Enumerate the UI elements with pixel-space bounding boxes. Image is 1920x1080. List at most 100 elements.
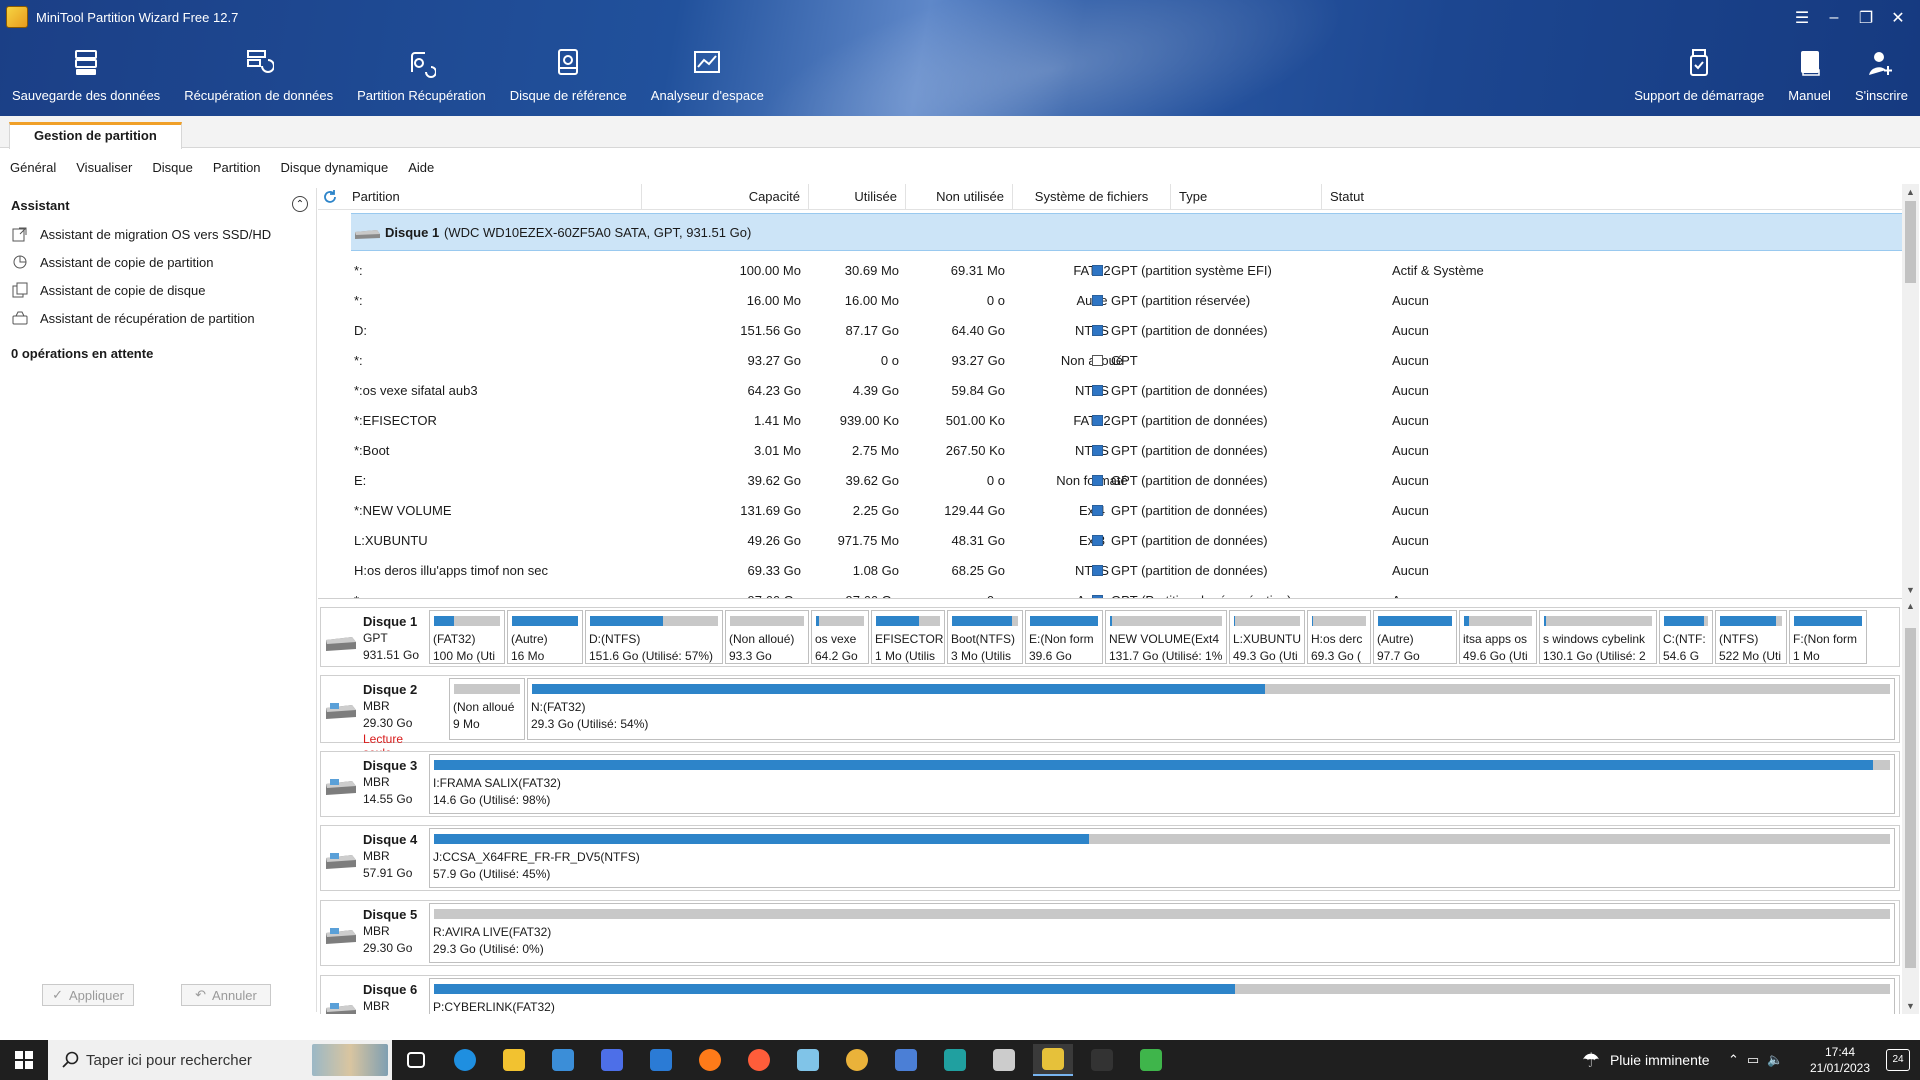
partition-block[interactable]: E:(Non form 39.6 Go [1025, 610, 1103, 664]
scroll-up-icon[interactable]: ▲ [1902, 184, 1919, 200]
minimize-button[interactable]: – [1818, 6, 1850, 30]
disk-card[interactable]: Disque 2MBR29.30 GoLecture seule (Non all… [320, 675, 1900, 760]
menu-item-2[interactable]: Disque [142, 160, 202, 175]
table-scroll-thumb[interactable] [1905, 201, 1916, 283]
menu-item-1[interactable]: Visualiser [66, 160, 142, 175]
right-button-1[interactable]: Manuel [1776, 48, 1843, 103]
edge-icon[interactable] [445, 1044, 485, 1076]
steam-like-icon[interactable] [886, 1044, 926, 1076]
fingerprint-app-icon[interactable] [935, 1044, 975, 1076]
table-row[interactable]: D:151.56 Go87.17 Go64.40 GoNTFSGPT (part… [351, 316, 1902, 346]
menu-button[interactable]: ☰ [1786, 6, 1818, 30]
left-button-2[interactable]: Partition Récupération [345, 48, 498, 103]
minitool-app-icon[interactable] [1033, 1044, 1073, 1076]
right-button-2[interactable]: S'inscrire [1843, 48, 1920, 103]
clock[interactable]: 17:44 21/01/2023 [1800, 1044, 1880, 1076]
partition-block[interactable]: H:os derc 69.3 Go ( [1307, 610, 1371, 664]
table-row[interactable]: H:os deros illu'apps timof non sec 69.33 … [351, 556, 1902, 586]
apply-button[interactable]: ✓ Appliquer [42, 984, 134, 1006]
disk-info[interactable]: Disque 2MBR29.30 GoLecture seule [321, 676, 429, 760]
disk-card[interactable]: Disque 3 MBR 14.55 Go I:FRAMA SALIX(FAT32) 1… [320, 751, 1900, 817]
task-view-icon[interactable] [396, 1044, 436, 1076]
column-header-0[interactable]: Partition [344, 184, 642, 210]
disk-info[interactable]: Disque 4 MBR 57.91 Go [321, 826, 429, 890]
table-row[interactable]: *:97.66 Go97.66 Go0 oAutreGPT (Partition… [351, 586, 1902, 598]
partition-block[interactable]: I:FRAMA SALIX(FAT32) 14.6 Go (Utilisé: 98… [429, 754, 1895, 814]
disk1-header-row[interactable]: Disque 1 (WDC WD10EZEX-60ZF5A0 SATA, GPT… [351, 213, 1902, 251]
right-button-0[interactable]: Support de démarrage [1622, 48, 1776, 103]
disk-info[interactable]: Disque 6 MBR [321, 976, 429, 1014]
file-explorer-icon[interactable] [494, 1044, 534, 1076]
partition-block[interactable]: itsa apps os 49.6 Go (Uti [1459, 610, 1537, 664]
partition-block[interactable]: s windows cybelink 130.1 Go (Utilisé: 2 [1539, 610, 1657, 664]
diskmap-scrollbar[interactable]: ▲ ▼ [1902, 598, 1919, 1014]
menu-item-3[interactable]: Partition [203, 160, 271, 175]
column-header-6[interactable]: Statut [1322, 184, 1902, 210]
disk-card[interactable]: Disque 1 GPT 931.51 Go (FAT32) 100 Mo (Uti (A… [320, 607, 1900, 667]
table-row[interactable]: L:XUBUNTU49.26 Go971.75 Mo48.31 GoExt3GP… [351, 526, 1902, 556]
wizard-item-2[interactable]: Assistant de copie de disque [12, 282, 206, 298]
menu-item-4[interactable]: Disque dynamique [271, 160, 399, 175]
firefox-dev-icon[interactable] [739, 1044, 779, 1076]
menu-item-0[interactable]: Général [0, 160, 66, 175]
start-button[interactable] [0, 1040, 48, 1080]
app-blue-icon[interactable] [592, 1044, 632, 1076]
left-button-3[interactable]: Disque de référence [498, 48, 639, 103]
terminal-app-icon[interactable] [1082, 1044, 1122, 1076]
table-row[interactable]: *:NEW VOLUME131.69 Go2.25 Go129.44 GoExt… [351, 496, 1902, 526]
disk-card[interactable]: Disque 5 MBR 29.30 Go R:AVIRA LIVE(FAT32) 29… [320, 900, 1900, 966]
notepad-app-icon[interactable] [788, 1044, 828, 1076]
partition-block[interactable]: EFISECTOR(F 1 Mo (Utilis [871, 610, 945, 664]
column-header-3[interactable]: Non utilisée [906, 184, 1013, 210]
disk-card[interactable]: Disque 4 MBR 57.91 Go J:CCSA_X64FRE_FR-FR_D… [320, 825, 1900, 891]
collapse-icon[interactable]: ⌃ [292, 196, 308, 212]
partition-block[interactable]: P:CYBERLINK(FAT32) [429, 978, 1895, 1014]
left-button-4[interactable]: Analyseur d'espace [639, 48, 776, 103]
scroll-down-icon[interactable]: ▼ [1902, 582, 1919, 598]
partition-block[interactable]: C:(NTF: 54.6 G [1659, 610, 1713, 664]
partition-block[interactable]: (Non alloué 9 Mo [449, 678, 525, 740]
volume-icon[interactable]: 🔈 [1767, 1052, 1783, 1068]
table-row[interactable]: *:100.00 Mo30.69 Mo69.31 MoFAT32GPT (par… [351, 256, 1902, 286]
notification-badge[interactable]: 24 [1886, 1049, 1910, 1071]
wizard-item-3[interactable]: Assistant de récupération de partition [12, 310, 255, 326]
refresh-icon[interactable] [322, 189, 338, 205]
partition-block[interactable]: N:(FAT32) 29.3 Go (Utilisé: 54%) [527, 678, 1895, 740]
undo-button[interactable]: ↶ Annuler [181, 984, 271, 1006]
partition-block[interactable]: (NTFS) 522 Mo (Uti [1715, 610, 1787, 664]
chevron-up-icon[interactable]: ⌃ [1728, 1052, 1739, 1068]
weather-widget[interactable]: ☂ Pluie imminente [1582, 1040, 1710, 1080]
chrome-icon[interactable] [837, 1044, 877, 1076]
partition-block[interactable]: D:(NTFS) 151.6 Go (Utilisé: 57%) [585, 610, 723, 664]
left-button-1[interactable]: Récupération de données [172, 48, 345, 103]
left-button-0[interactable]: Sauvegarde des données [0, 48, 172, 103]
store-icon[interactable] [543, 1044, 583, 1076]
table-scrollbar[interactable]: ▲ ▼ [1902, 184, 1919, 598]
column-header-4[interactable]: Système de fichiers [1013, 184, 1171, 210]
partition-block[interactable]: Boot(NTFS) 3 Mo (Utilis [947, 610, 1023, 664]
menu-item-5[interactable]: Aide [398, 160, 444, 175]
partition-block[interactable]: (Autre) 16 Mo [507, 610, 583, 664]
app-store2-icon[interactable] [641, 1044, 681, 1076]
column-header-1[interactable]: Capacité [642, 184, 809, 210]
restore-button[interactable]: ❐ [1850, 6, 1882, 30]
android-app-icon[interactable] [1131, 1044, 1171, 1076]
diskmap-scroll-thumb[interactable] [1905, 628, 1916, 968]
installer-app-icon[interactable] [984, 1044, 1024, 1076]
disk-info[interactable]: Disque 5 MBR 29.30 Go [321, 901, 429, 965]
partition-block[interactable]: (Autre) 97.7 Go [1373, 610, 1457, 664]
wizard-item-0[interactable]: Assistant de migration OS vers SSD/HD [12, 226, 271, 242]
disk-info[interactable]: Disque 3 MBR 14.55 Go [321, 752, 429, 816]
table-row[interactable]: *:os vexe sifatal aub3 64.23 Go 4.39 Go 59.… [351, 376, 1902, 406]
column-header-5[interactable]: Type [1171, 184, 1322, 210]
taskbar-search[interactable]: Taper ici pour rechercher [48, 1040, 392, 1080]
table-row[interactable]: *: 93.27 Go 0 o 93.27 Go Non alloué GPT Aucun [351, 346, 1902, 376]
partition-block[interactable]: (FAT32) 100 Mo (Uti [429, 610, 505, 664]
close-button[interactable]: ✕ [1882, 6, 1914, 30]
column-header-2[interactable]: Utilisée [809, 184, 906, 210]
disk-card[interactable]: Disque 6 MBR P:CYBERLINK(FAT32) [320, 975, 1900, 1014]
scroll-down-icon[interactable]: ▼ [1902, 998, 1919, 1014]
partition-block[interactable]: os vexe 64.2 Go [811, 610, 869, 664]
disk-info[interactable]: Disque 1 GPT 931.51 Go [321, 608, 429, 666]
table-row[interactable]: E: 39.62 Go 39.62 Go 0 o Non formaté GPT (par… [351, 466, 1902, 496]
